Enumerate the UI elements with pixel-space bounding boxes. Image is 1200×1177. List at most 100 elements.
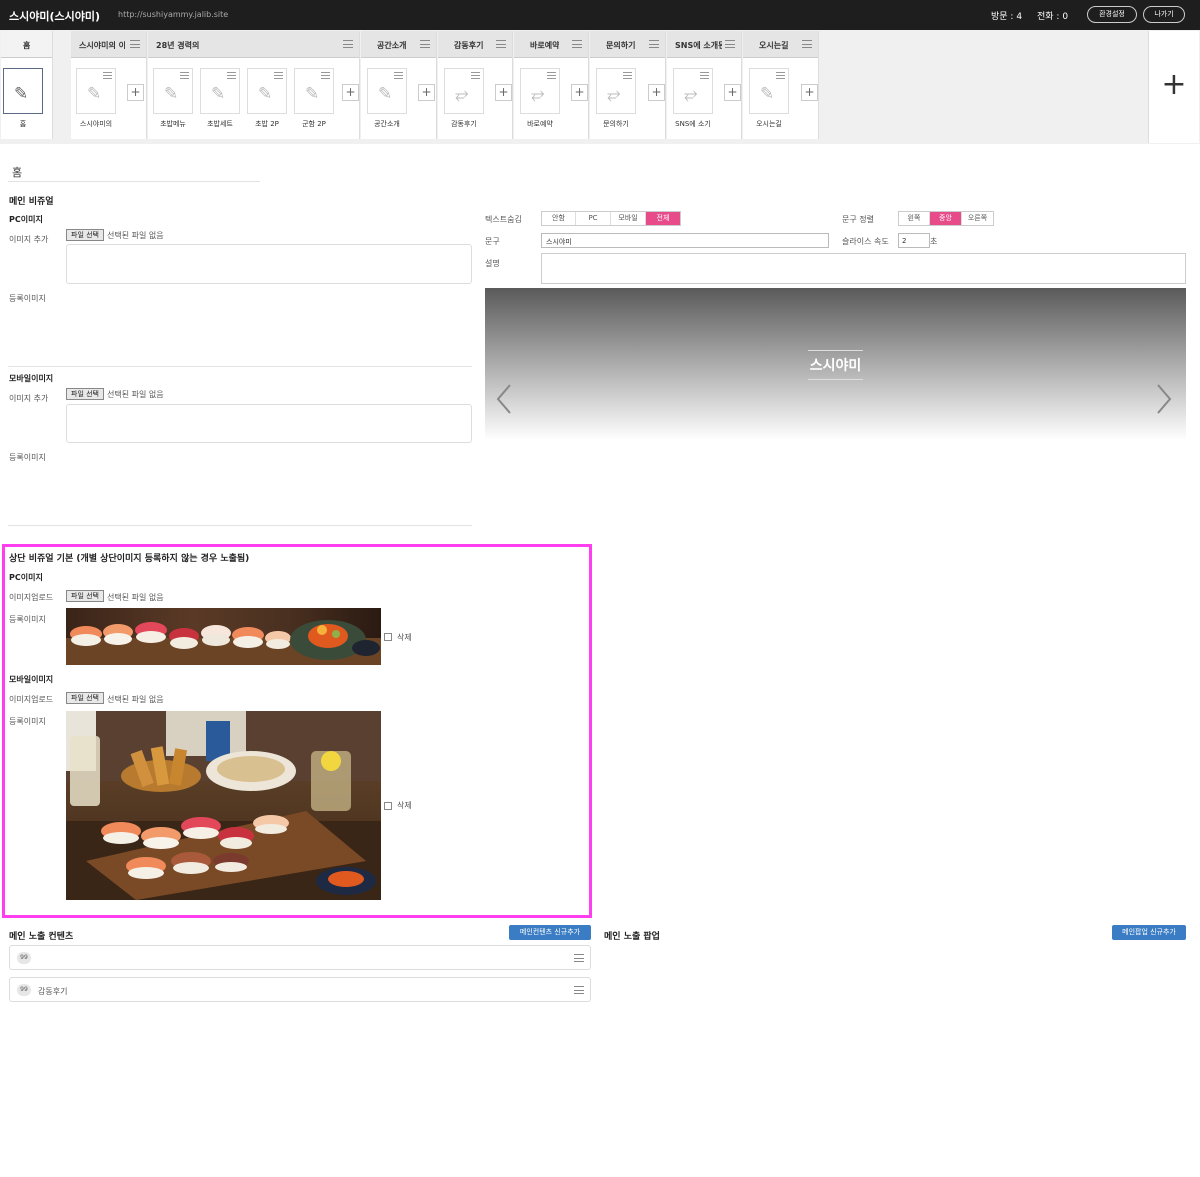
hide-option-pc[interactable]: PC bbox=[576, 212, 611, 225]
mobile-no-file-text: 선택된 파일 없음 bbox=[107, 390, 164, 399]
menu-icon[interactable] bbox=[623, 72, 632, 79]
page-thumb-menu-1[interactable]: ✎ 초밥메뉴 bbox=[153, 68, 193, 129]
page-thumb-home[interactable]: ✎ 홈 bbox=[3, 68, 43, 129]
tab-space[interactable]: 공간소개 bbox=[361, 31, 436, 58]
add-main-popup-button[interactable]: 메인팝업 신규추가 bbox=[1112, 925, 1186, 940]
add-page-button[interactable]: + bbox=[648, 84, 665, 101]
add-page-button[interactable]: + bbox=[571, 84, 588, 101]
main-popup-heading: 메인 노출 팝업 bbox=[604, 932, 660, 942]
menu-icon[interactable] bbox=[802, 40, 812, 48]
add-page-button[interactable]: + bbox=[801, 84, 818, 101]
top-pc-delete-checkbox[interactable] bbox=[384, 633, 392, 641]
hide-option-all[interactable]: 전체 bbox=[646, 212, 680, 225]
call-count: 전화 : 0 bbox=[1037, 12, 1069, 22]
menu-icon[interactable] bbox=[130, 40, 140, 48]
menu-icon[interactable] bbox=[547, 72, 556, 79]
description-textarea[interactable] bbox=[541, 253, 1186, 284]
page-thumb-space[interactable]: ✎ 공간소개 bbox=[367, 68, 407, 129]
chevron-right-icon[interactable] bbox=[1155, 383, 1173, 415]
order-badge: 99 bbox=[17, 984, 31, 996]
menu-icon[interactable] bbox=[274, 72, 283, 79]
pc-image-label: PC이미지 bbox=[9, 215, 43, 224]
phrase-label: 문구 bbox=[485, 237, 500, 246]
tab-intro[interactable]: 스시야미의 이 bbox=[71, 31, 146, 58]
chevron-left-icon[interactable] bbox=[495, 383, 513, 415]
drag-handle-icon[interactable] bbox=[574, 986, 584, 994]
menu-icon[interactable] bbox=[227, 72, 236, 79]
content-row[interactable]: 99 bbox=[9, 945, 591, 970]
menu-icon[interactable] bbox=[496, 40, 506, 48]
page-thumb-menu-4[interactable]: ✎ 군함 2P bbox=[294, 68, 334, 129]
menu-icon[interactable] bbox=[725, 40, 735, 48]
hide-option-none[interactable]: 안함 bbox=[542, 212, 576, 225]
menu-icon[interactable] bbox=[776, 72, 785, 79]
mobile-image-dropzone[interactable] bbox=[66, 404, 472, 443]
menu-icon[interactable] bbox=[180, 72, 189, 79]
tab-home[interactable]: 홈 bbox=[1, 31, 52, 58]
page-thumb-reviews[interactable]: ⥂ 감동후기 bbox=[444, 68, 484, 129]
page-thumb-intro[interactable]: ✎ 스시야미의 bbox=[76, 68, 116, 129]
tab-inquiry[interactable]: 문의하기 bbox=[590, 31, 665, 58]
page-thumb-reserve[interactable]: ⥂ 바로예약 bbox=[520, 68, 560, 129]
tab-group-intro: 스시야미의 이 ✎ 스시야미의 + bbox=[71, 31, 147, 139]
add-tab-button[interactable]: + bbox=[1148, 31, 1199, 143]
page-thumb-inquiry[interactable]: ⥂ 문의하기 bbox=[596, 68, 636, 129]
flow-link-icon: ⥂ bbox=[684, 84, 698, 104]
tab-reviews[interactable]: 감동후기 bbox=[438, 31, 512, 58]
tab-menu[interactable]: 28년 경력의 bbox=[148, 31, 359, 58]
menu-icon[interactable] bbox=[700, 72, 709, 79]
page-thumb-menu-2[interactable]: ✎ 초밥세트 bbox=[200, 68, 240, 129]
menu-icon[interactable] bbox=[420, 40, 430, 48]
page-thumb-sns[interactable]: ⥂ SNS에 소기 bbox=[673, 68, 713, 129]
add-main-content-button[interactable]: 메인컨텐츠 신규추가 bbox=[509, 925, 591, 940]
text-align-selector: 왼쪽 중앙 오른쪽 bbox=[898, 211, 994, 226]
menu-icon[interactable] bbox=[321, 72, 330, 79]
hide-option-mobile[interactable]: 모바일 bbox=[611, 212, 646, 225]
top-mobile-food-image bbox=[66, 711, 381, 900]
align-option-center[interactable]: 중앙 bbox=[930, 212, 962, 225]
slide-speed-input[interactable]: 2 bbox=[898, 233, 930, 248]
menu-icon[interactable] bbox=[343, 40, 353, 48]
preview-phrase: 스시야미 bbox=[808, 350, 863, 380]
menu-icon[interactable] bbox=[394, 72, 403, 79]
content-row[interactable]: 99 감동후기 bbox=[9, 977, 591, 1002]
text-hide-selector: 안함 PC 모바일 전체 bbox=[541, 211, 681, 226]
menu-icon[interactable] bbox=[471, 72, 480, 79]
top-pc-no-file-text: 선택된 파일 없음 bbox=[107, 593, 164, 602]
menu-icon[interactable] bbox=[572, 40, 582, 48]
settings-button[interactable]: 환경설정 bbox=[1087, 6, 1137, 23]
add-image-label: 이미지 추가 bbox=[9, 235, 49, 244]
top-mobile-file-choose-button[interactable]: 파일 선택 bbox=[66, 692, 104, 704]
top-mobile-delete-checkbox[interactable] bbox=[384, 802, 392, 810]
tab-sns[interactable]: SNS에 소개된 bbox=[667, 31, 741, 58]
pc-image-dropzone[interactable] bbox=[66, 244, 472, 284]
phrase-input[interactable]: 스시야미 bbox=[541, 233, 829, 248]
add-page-button[interactable]: + bbox=[724, 84, 741, 101]
add-page-button[interactable]: + bbox=[495, 84, 512, 101]
top-visual-heading: 상단 비쥬얼 기본 (개별 상단이미지 등록하지 않는 경우 노출됨) bbox=[9, 554, 250, 564]
site-url[interactable]: http://sushiyammy.jalib.site bbox=[118, 10, 228, 19]
tab-group-inquiry: 문의하기 ⥂ 문의하기 + bbox=[590, 31, 666, 139]
edit-pencil-icon: ✎ bbox=[760, 84, 775, 104]
pc-file-choose-button[interactable]: 파일 선택 bbox=[66, 229, 104, 241]
top-pc-file-choose-button[interactable]: 파일 선택 bbox=[66, 590, 104, 602]
top-pc-image-label: PC이미지 bbox=[9, 573, 43, 582]
align-option-left[interactable]: 왼쪽 bbox=[899, 212, 930, 225]
menu-icon[interactable] bbox=[103, 72, 112, 79]
logout-button[interactable]: 나가기 bbox=[1143, 6, 1185, 23]
main-contents-heading: 메인 노출 컨텐츠 bbox=[9, 932, 74, 942]
add-page-button[interactable]: + bbox=[418, 84, 435, 101]
mobile-image-label: 모바일이미지 bbox=[9, 374, 54, 383]
page-thumb-menu-3[interactable]: ✎ 초밥 2P bbox=[247, 68, 287, 129]
menu-icon[interactable] bbox=[649, 40, 659, 48]
page-thumb-location[interactable]: ✎ 오시는길 bbox=[749, 68, 789, 129]
visit-count: 방문 : 4 bbox=[991, 12, 1023, 22]
tab-location[interactable]: 오시는길 bbox=[743, 31, 818, 58]
mobile-file-choose-button[interactable]: 파일 선택 bbox=[66, 388, 104, 400]
add-page-button[interactable]: + bbox=[342, 84, 359, 101]
tab-reserve[interactable]: 바로예약 bbox=[514, 31, 588, 58]
align-option-right[interactable]: 오른쪽 bbox=[962, 212, 993, 225]
drag-handle-icon[interactable] bbox=[574, 954, 584, 962]
add-page-button[interactable]: + bbox=[127, 84, 144, 101]
top-mobile-delete-label: 삭제 bbox=[397, 801, 412, 810]
